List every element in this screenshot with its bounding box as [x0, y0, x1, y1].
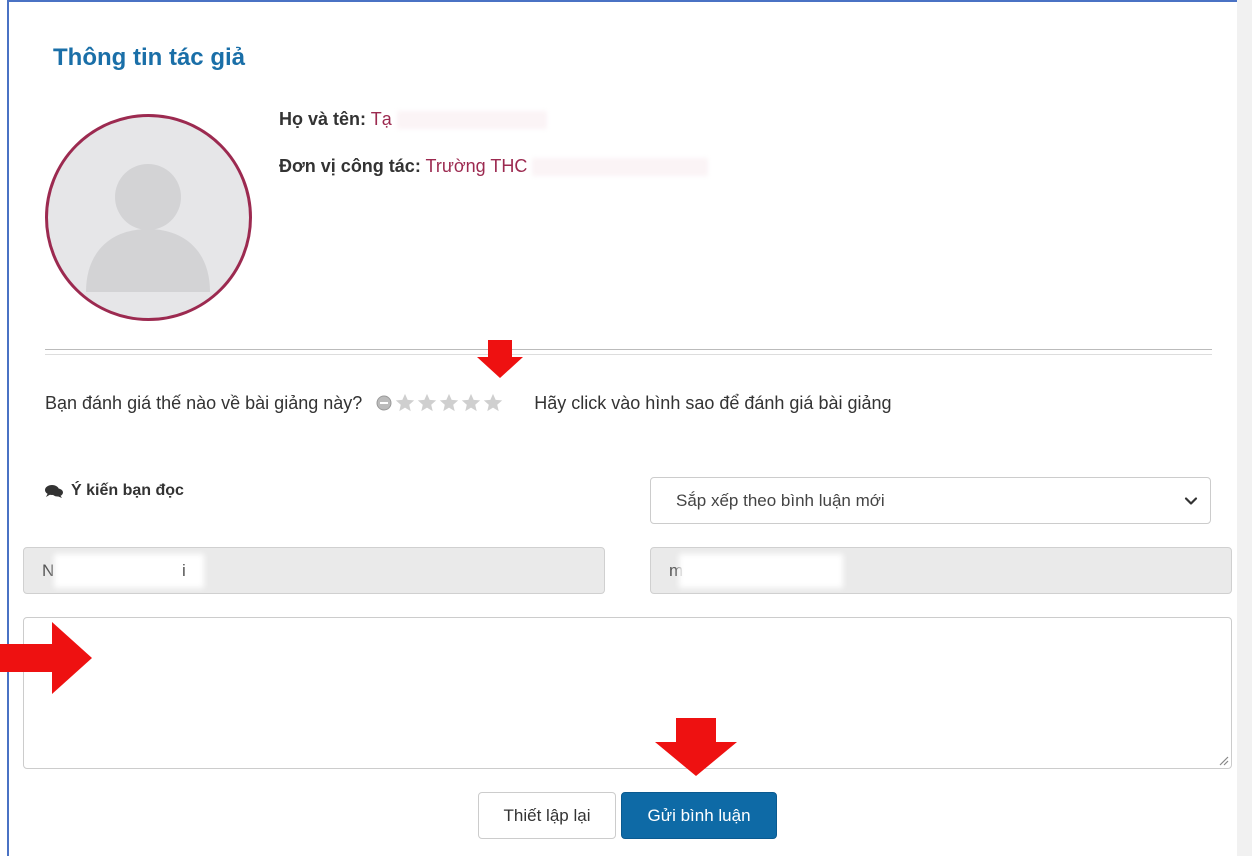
author-unit-label: Đơn vị công tác: [279, 156, 421, 176]
star-icon[interactable] [482, 392, 504, 414]
submit-comment-button[interactable]: Gửi bình luận [621, 792, 777, 839]
rating-row: Bạn đánh giá thế nào về bài giảng này? H… [45, 390, 892, 416]
arrow-annotation-icon [477, 340, 523, 378]
chevron-down-icon [1184, 497, 1198, 505]
author-avatar [45, 114, 252, 321]
rating-question: Bạn đánh giá thế nào về bài giảng này? [45, 392, 363, 413]
redacted-text [396, 111, 547, 130]
name-input[interactable]: N i [23, 547, 605, 594]
user-avatar-icon [86, 164, 210, 292]
arrow-annotation-icon [655, 718, 737, 776]
comments-header-label: Ý kiến bạn đọc [71, 482, 184, 499]
arrow-annotation-icon [0, 622, 92, 694]
sort-select[interactable]: Sắp xếp theo bình luận mới [650, 477, 1211, 524]
author-unit-row: Đơn vị công tác: Trường THC [279, 156, 709, 177]
email-input[interactable]: m [650, 547, 1232, 594]
page-scrollbar[interactable] [1237, 0, 1252, 856]
rating-stars [394, 392, 504, 414]
resize-handle-icon[interactable] [1217, 754, 1229, 766]
redacted-text [532, 158, 709, 177]
sort-select-value: Sắp xếp theo bình luận mới [676, 490, 885, 510]
author-name-label: Họ và tên: [279, 109, 367, 129]
section-divider [45, 349, 1212, 355]
reset-button[interactable]: Thiết lập lại [478, 792, 616, 839]
comment-textarea[interactable] [23, 617, 1232, 769]
author-unit-value: Trường THC [425, 156, 528, 176]
author-name-value: Tạ [370, 109, 392, 129]
rating-hint: Hãy click vào hình sao để đánh giá bài g… [534, 392, 892, 413]
star-icon[interactable] [460, 392, 482, 414]
comments-header: Ý kiến bạn đọc [45, 482, 184, 500]
redacted-text [679, 554, 843, 588]
star-icon[interactable] [438, 392, 460, 414]
star-icon[interactable] [416, 392, 438, 414]
star-icon[interactable] [394, 392, 416, 414]
author-section-title: Thông tin tác giả [53, 44, 245, 71]
name-input-value-start: N [42, 560, 55, 580]
chat-bubbles-icon [45, 485, 63, 498]
name-input-value-end: i [182, 560, 186, 580]
cancel-rating-icon[interactable] [376, 395, 392, 411]
author-name-row: Họ và tên: Tạ [279, 109, 547, 130]
